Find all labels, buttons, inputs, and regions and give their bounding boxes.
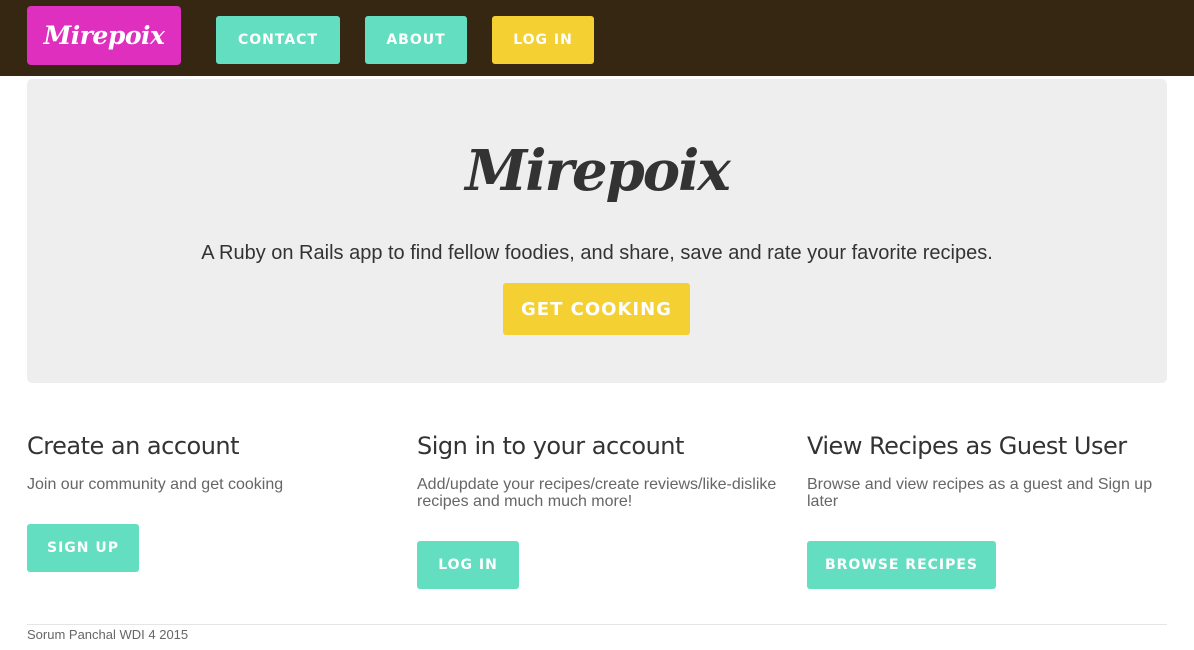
sign-in-text: Add/update your recipes/create reviews/l… [417,476,777,510]
login-nav-button[interactable]: LOG IN [492,16,594,64]
sign-up-button[interactable]: SIGN UP [27,524,139,572]
contact-button[interactable]: CONTACT [216,16,340,64]
log-in-button[interactable]: LOG IN [417,541,519,589]
guest-title: View Recipes as Guest User [807,432,1127,460]
get-cooking-button[interactable]: GET COOKING [503,283,690,335]
browse-recipes-button[interactable]: BROWSE RECIPES [807,541,996,589]
footer-divider [27,624,1167,625]
navbar: Mirepoix CONTACT ABOUT LOG IN [0,0,1194,76]
hero-subtitle: A Ruby on Rails app to find fellow foodi… [201,242,993,264]
create-account-text: Join our community and get cooking [27,476,284,493]
hero-jumbotron [27,79,1167,383]
about-button[interactable]: ABOUT [365,16,467,64]
brand-logo[interactable]: Mirepoix [27,6,181,65]
hero-title: Mirepoix [465,138,731,204]
create-account-title: Create an account [27,432,240,460]
guest-text: Browse and view recipes as a guest and S… [807,476,1153,510]
footer-text: Sorum Panchal WDI 4 2015 [27,627,189,642]
sign-in-title: Sign in to your account [417,432,684,460]
